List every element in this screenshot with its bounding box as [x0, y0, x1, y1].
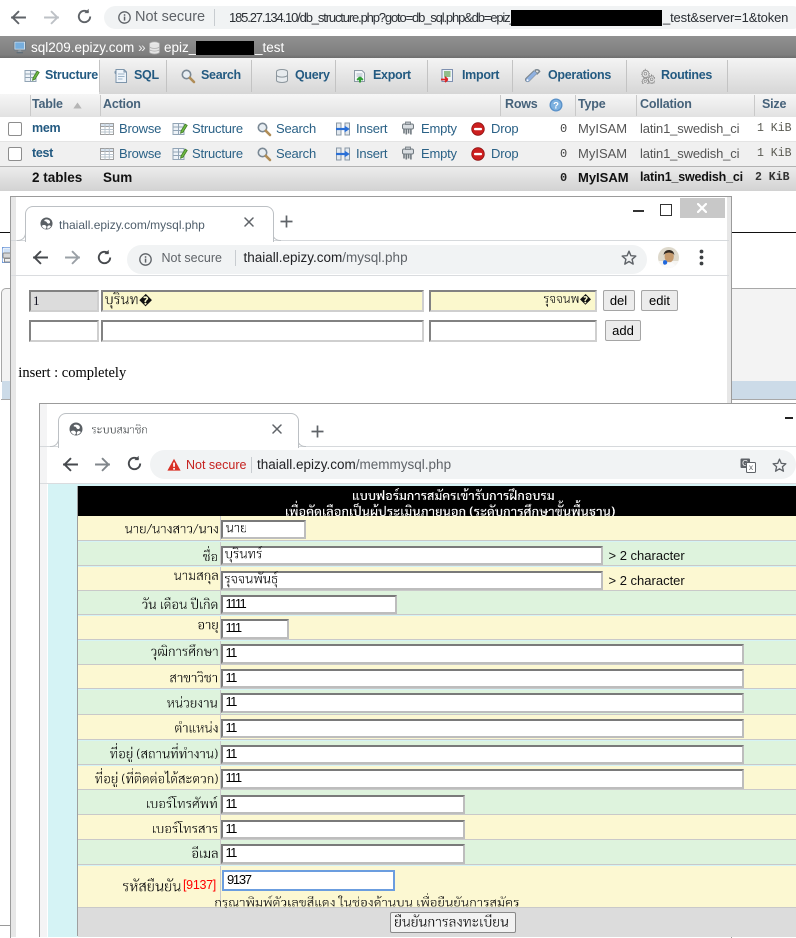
- svg-text:?: ?: [553, 101, 559, 112]
